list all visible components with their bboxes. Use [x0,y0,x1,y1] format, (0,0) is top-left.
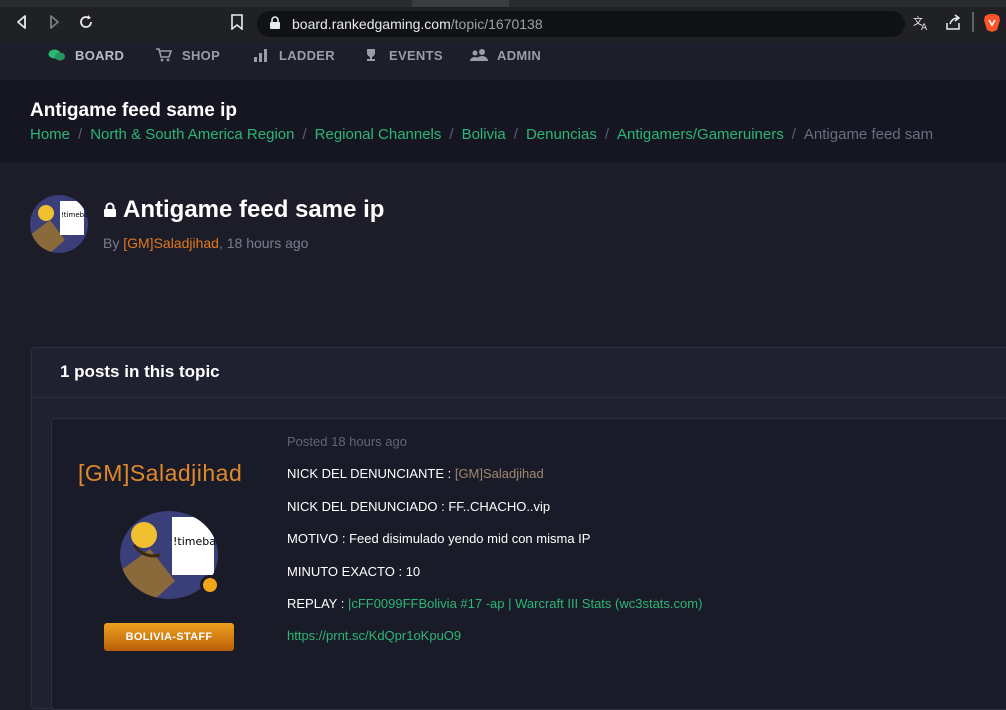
translate-icon[interactable]: 文A [912,14,930,33]
online-status-dot [200,575,220,595]
post-author-name[interactable]: [GM]Saladjihad [78,460,242,487]
post-line-screenshot: https://prnt.sc/KdQpr1oKpuO9 [287,628,461,643]
locked-topic-icon [104,202,116,217]
lock-icon [266,14,284,32]
breadcrumb-separator: / [604,126,609,143]
topic-meta: By [GM]Saladjihad, 18 hours ago [103,235,308,251]
topic-title-text: Antigame feed same ip [123,196,385,223]
forward-icon[interactable] [45,13,63,31]
brave-icon[interactable] [983,13,1001,32]
active-tab[interactable] [412,0,509,7]
breadcrumb-home[interactable]: Home [30,126,70,143]
post-line-minute: MINUTO EXACTO : 10 [287,564,421,579]
breadcrumb-separator: / [791,126,796,143]
nav-shop-label: SHOP [182,47,221,63]
url-domain: board.rankedgaming.com [292,16,451,32]
share-icon[interactable] [944,14,962,32]
trophy-icon [367,49,375,61]
toolbar-divider [972,12,974,32]
post-line-replay: REPLAY : |cFF0099FFBolivia #17 -ap | War… [287,596,702,611]
posts-count: 1 posts in this topic [60,362,220,381]
back-icon[interactable] [13,13,31,31]
topic-author-avatar[interactable]: !timeban [30,195,88,253]
users-icon [470,49,488,61]
post-line-reporter: NICK DEL DENUNCIANTE : [GM]Saladjihad [287,466,544,481]
topic-time: , 18 hours ago [218,235,309,251]
breadcrumb-separator: / [78,126,83,143]
staff-badge: BOLIVIA-STAFF [104,623,234,651]
nav-admin[interactable]: ADMIN [470,45,541,65]
nav-ladder[interactable]: LADDER [252,45,335,65]
nav-events[interactable]: EVENTS [362,45,443,65]
breadcrumb-separator: / [513,126,518,143]
replay-link[interactable]: |cFF0099FFBolivia #17 -ap | Warcraft III… [348,596,703,611]
reporter-label: NICK DEL DENUNCIANTE : [287,466,455,481]
breadcrumb: Home / North & South America Region / Region… [30,126,933,143]
nav-ladder-label: LADDER [279,47,335,63]
nav-shop[interactable]: SHOP [155,45,220,65]
breadcrumb-current: Antigame feed sam [803,126,934,143]
posts-divider [31,397,1006,398]
breadcrumb-region[interactable]: North & South America Region [90,126,294,143]
chat-icon [48,49,65,61]
url-path: /topic/1670138 [450,16,543,32]
screenshot-link[interactable]: https://prnt.sc/KdQpr1oKpuO9 [287,628,461,643]
post-date: Posted 18 hours ago [287,434,407,449]
nav-events-label: EVENTS [389,47,443,63]
reload-icon[interactable] [77,13,95,31]
bar-chart-icon [254,49,267,62]
reporter-mention[interactable]: [GM]Saladjihad [455,466,544,481]
post-line-motive: MOTIVO : Feed disimulado yendo mid con m… [287,531,591,546]
breadcrumb-antigamers[interactable]: Antigamers/Gameruiners [617,126,784,143]
breadcrumb-separator: / [449,126,454,143]
nav-board[interactable]: BOARD [48,45,124,65]
url-text[interactable]: board.rankedgaming.com/topic/1670138 [292,16,543,32]
replay-label: REPLAY : [287,596,348,611]
nav-admin-label: ADMIN [497,47,542,63]
breadcrumb-bolivia[interactable]: Bolivia [462,126,506,143]
breadcrumb-denuncias[interactable]: Denuncias [526,126,597,143]
post-avatar-sign-text: !timeban [173,535,218,548]
nav-board-label: BOARD [75,47,125,63]
avatar-sign-text: !timeban [61,211,88,219]
topic-title: Antigame feed same ip [103,196,384,224]
tab-strip [0,0,1006,7]
bookmark-icon[interactable] [228,13,246,31]
page-title: Antigame feed same ip [30,100,237,121]
svg-text:A: A [921,23,928,32]
breadcrumb-channels[interactable]: Regional Channels [315,126,442,143]
topic-by: By [103,235,120,251]
post-line-reported: NICK DEL DENUNCIADO : FF..CHACHO..vip [287,499,551,514]
breadcrumb-separator: / [302,126,307,143]
cart-icon [156,48,173,62]
topic-author-link[interactable]: [GM]Saladjihad [123,235,219,251]
